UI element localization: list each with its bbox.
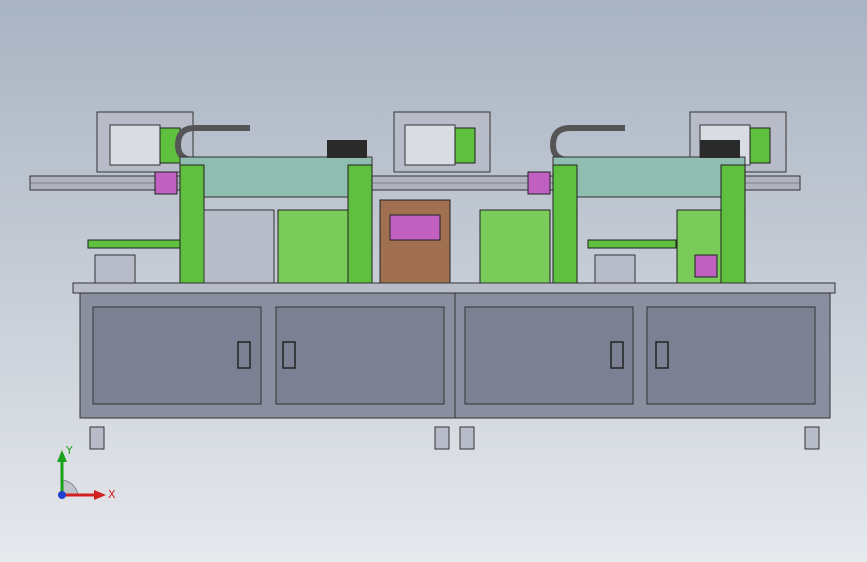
motor-top-right: [700, 140, 740, 158]
cabinet-base: [79, 292, 831, 419]
carriage-right: [527, 171, 551, 195]
top-panel-left: [179, 156, 373, 198]
x-axis-label: X: [108, 488, 116, 501]
carriage-left: [154, 171, 178, 195]
motor-top-left: [327, 140, 367, 158]
leveling-feet: [89, 426, 820, 450]
conveyor-right: [587, 239, 677, 284]
x-arrowhead: [94, 490, 106, 500]
tabletop: [72, 282, 836, 294]
cad-viewport[interactable]: [0, 0, 867, 562]
orientation-triad: Y X: [57, 444, 116, 501]
cable-chain-right: [549, 125, 625, 163]
z-axis-dot: [58, 491, 66, 499]
top-panel-right: [552, 156, 746, 198]
overhead-gantry-middle: [393, 111, 491, 173]
y-axis-label: Y: [65, 444, 73, 457]
center-module: [379, 199, 451, 284]
conveyor-left: [87, 239, 181, 284]
